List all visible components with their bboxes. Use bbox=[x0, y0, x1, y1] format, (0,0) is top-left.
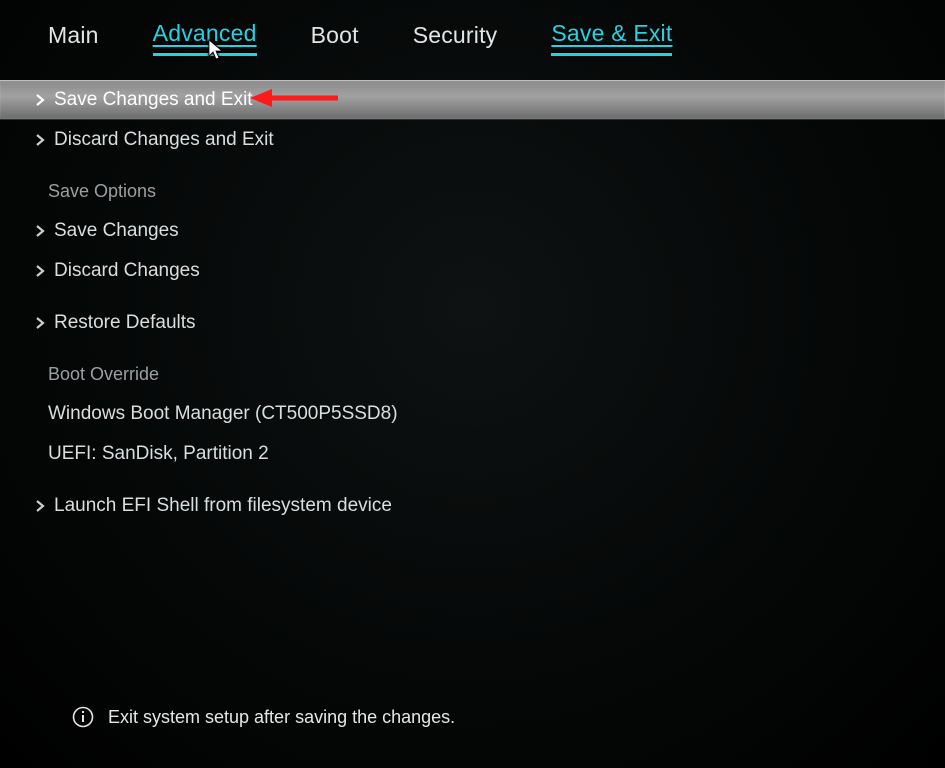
boot-entry-label: Windows Boot Manager (CT500P5SSD8) bbox=[48, 403, 398, 425]
chevron-right-icon bbox=[34, 133, 46, 147]
help-footer: Exit system setup after saving the chang… bbox=[72, 706, 455, 728]
info-icon bbox=[72, 706, 94, 728]
menu-label: Discard Changes and Exit bbox=[54, 129, 274, 151]
chevron-right-icon bbox=[34, 224, 46, 238]
chevron-right-icon bbox=[34, 264, 46, 278]
boot-entry-windows[interactable]: Windows Boot Manager (CT500P5SSD8) bbox=[0, 394, 945, 434]
menu-label: Save Changes and Exit bbox=[54, 89, 253, 111]
chevron-right-icon bbox=[34, 93, 46, 107]
tab-boot[interactable]: Boot bbox=[311, 22, 359, 55]
menu-label: Discard Changes bbox=[54, 260, 200, 282]
menu-label: Save Changes bbox=[54, 220, 179, 242]
menu-save-changes-exit[interactable]: Save Changes and Exit bbox=[0, 80, 945, 120]
chevron-right-icon bbox=[34, 499, 46, 513]
menu-discard-changes-exit[interactable]: Discard Changes and Exit bbox=[0, 120, 945, 160]
tab-main[interactable]: Main bbox=[48, 22, 99, 55]
boot-entry-label: UEFI: SanDisk, Partition 2 bbox=[48, 443, 269, 465]
menu-save-changes[interactable]: Save Changes bbox=[0, 211, 945, 251]
tab-bar: Main Advanced Boot Security Save & Exit bbox=[0, 0, 945, 68]
boot-entry-uefi-sandisk[interactable]: UEFI: SanDisk, Partition 2 bbox=[0, 434, 945, 474]
menu-discard-changes[interactable]: Discard Changes bbox=[0, 251, 945, 291]
save-exit-menu: Save Changes and Exit Discard Changes an… bbox=[0, 80, 945, 526]
menu-label: Restore Defaults bbox=[54, 312, 196, 334]
tab-security[interactable]: Security bbox=[413, 22, 498, 55]
tab-save-exit[interactable]: Save & Exit bbox=[551, 20, 672, 56]
menu-launch-efi-shell[interactable]: Launch EFI Shell from filesystem device bbox=[0, 486, 945, 526]
help-text: Exit system setup after saving the chang… bbox=[108, 707, 455, 728]
heading-label: Save Options bbox=[48, 181, 156, 202]
heading-boot-override: Boot Override bbox=[0, 355, 945, 394]
heading-label: Boot Override bbox=[48, 364, 159, 385]
menu-label: Launch EFI Shell from filesystem device bbox=[54, 495, 392, 517]
menu-restore-defaults[interactable]: Restore Defaults bbox=[0, 303, 945, 343]
tab-advanced[interactable]: Advanced bbox=[153, 20, 257, 56]
heading-save-options: Save Options bbox=[0, 172, 945, 211]
chevron-right-icon bbox=[34, 316, 46, 330]
